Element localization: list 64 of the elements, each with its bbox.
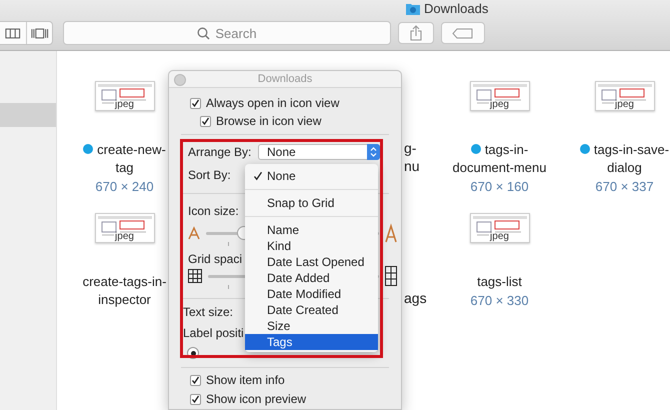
image-thumbnail[interactable]: jpeg [94,213,154,243]
checkbox-label: Show item info [206,373,285,387]
menu-item[interactable]: Size [245,318,378,334]
panel-title: Downloads [258,73,312,85]
menu-item[interactable]: Name [245,222,378,238]
file-type-label: jpeg [115,231,134,242]
tag-icon [452,28,474,38]
large-letter-icon [385,223,397,243]
menu-item[interactable]: Kind [245,238,378,254]
file-name: ags [404,289,427,307]
checkmark-icon [191,394,200,404]
file-type-label: jpeg [490,231,509,242]
file-name: nu [404,157,420,175]
menu-item[interactable]: Snap to Grid [245,195,378,211]
file-name: tags-in-save-dialog [572,141,670,177]
menu-item[interactable]: Tags [245,334,378,350]
large-grid-icon [385,266,397,286]
menu-item[interactable]: Date Created [245,302,378,318]
checkbox[interactable] [190,374,201,386]
label-position-label: Label positi [183,326,244,342]
checkbox-label: Show icon preview [206,392,306,406]
share-icon [410,25,422,41]
menu-item[interactable]: None [245,168,378,184]
icon-size-label: Icon size: [188,204,239,220]
file-type-label: jpeg [615,99,634,110]
checkbox-label: Browse in icon view [216,114,322,128]
file-name: g- [404,139,418,157]
window-title: Downloads [424,1,488,16]
arrange-by-label: Arrange By: [188,145,250,159]
stepper-icon [367,144,380,160]
file-type-label: jpeg [115,99,134,110]
tag-button[interactable] [441,22,485,44]
sort-by-label: Sort By: [188,168,231,182]
image-thumbnail[interactable]: jpeg [470,81,530,111]
menu-item[interactable]: Date Last Opened [245,254,378,270]
arrange-by-popup[interactable]: None [258,144,380,160]
file-type-label: jpeg [490,99,509,110]
checkbox[interactable] [190,98,201,108]
checkbox-label: Always open in icon view [206,96,340,110]
file-name: create-tags-in-inspector [82,273,168,309]
small-grid-icon [188,269,202,283]
downloads-folder-icon [406,2,420,15]
grid-spacing-label: Grid spaci [188,252,242,266]
file-name: tags-in-document-menu [452,141,548,177]
image-thumbnail[interactable]: jpeg [594,81,654,111]
checkbox[interactable] [200,116,211,126]
checkmark-icon [191,376,200,384]
image-dimensions: 670 × 160 [470,179,529,194]
image-thumbnail[interactable]: jpeg [470,213,530,243]
image-dimensions: 670 × 330 [470,293,529,308]
menu-item[interactable]: Date Added [245,270,378,286]
file-name: tags-list [476,273,523,291]
share-button[interactable] [398,22,434,44]
checkbox[interactable] [190,394,201,404]
small-letter-icon [188,226,200,240]
image-dimensions: 670 × 337 [595,179,654,194]
view-switcher[interactable] [0,21,53,45]
file-name: create-new-tag [82,141,168,177]
menu-item[interactable]: Date Modified [245,286,378,302]
search-icon [197,26,210,40]
image-thumbnail[interactable]: jpeg [94,81,154,111]
sort-by-menu[interactable]: None Snap to Grid Name Kind Date Last Opened Date Added Date Modified Date Created Size Tags [245,164,378,352]
text-size-label: Text size: [183,305,234,321]
image-dimensions: 670 × 240 [95,179,154,194]
